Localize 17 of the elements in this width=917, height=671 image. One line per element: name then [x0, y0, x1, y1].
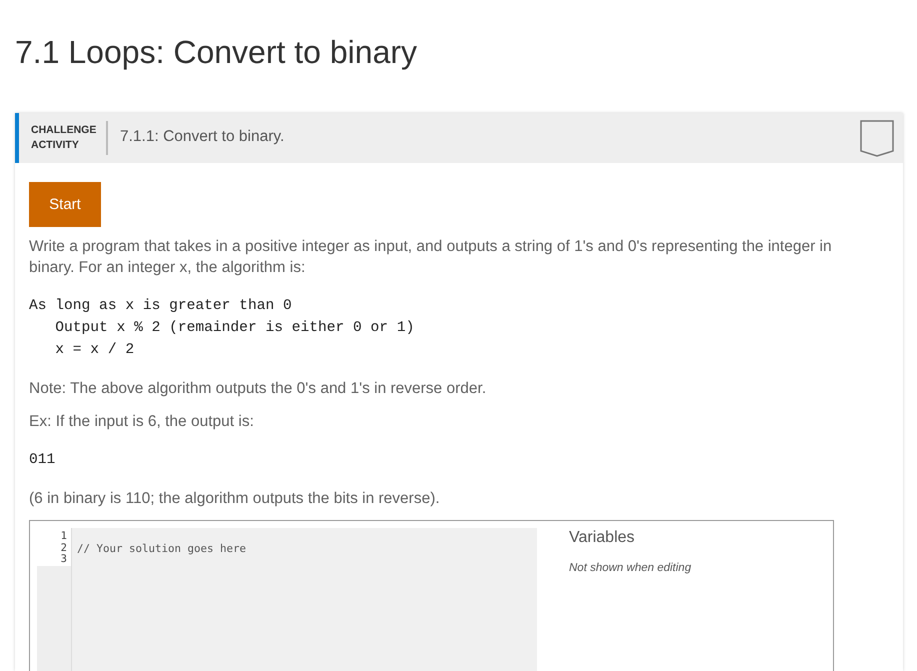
code-line: // Your solution goes here: [77, 542, 246, 555]
variables-heading: Variables: [569, 528, 636, 548]
code-text: 011: [29, 451, 56, 470]
instruction-text: Write a program that takes in a positive integer as input, and outputs a string of 1's and 0's representing the integer in binary. For an integer x, the algorithm is:: [29, 237, 833, 278]
line-number: 1: [37, 528, 71, 543]
instruction-text: Note: The above algorithm outputs the 0's and 1's in reverse order.: [29, 379, 488, 399]
line-number: 2: [37, 542, 71, 554]
start-button[interactable]: Start: [29, 182, 101, 227]
activity-title: 7.1.1: Convert to binary.: [120, 128, 286, 146]
variables-note: Not shown when editing: [569, 562, 692, 574]
page-title: 7.1 Loops: Convert to binary: [15, 33, 418, 71]
activity-type-label: CHALLENGE ACTIVITY: [31, 123, 97, 153]
code-text: As long as x is greater than 0 Output x % 2 (remainder is either 0 or 1) x = x / 2: [29, 297, 414, 360]
line-number: 3: [37, 554, 71, 566]
instruction-text: (6 in binary is 110; the algorithm outputs the bits in reverse).: [29, 489, 441, 509]
instruction-text: Ex: If the input is 6, the output is:: [29, 412, 255, 432]
code-editor[interactable]: 1 2 3 // Your solution goes here: [37, 528, 537, 671]
